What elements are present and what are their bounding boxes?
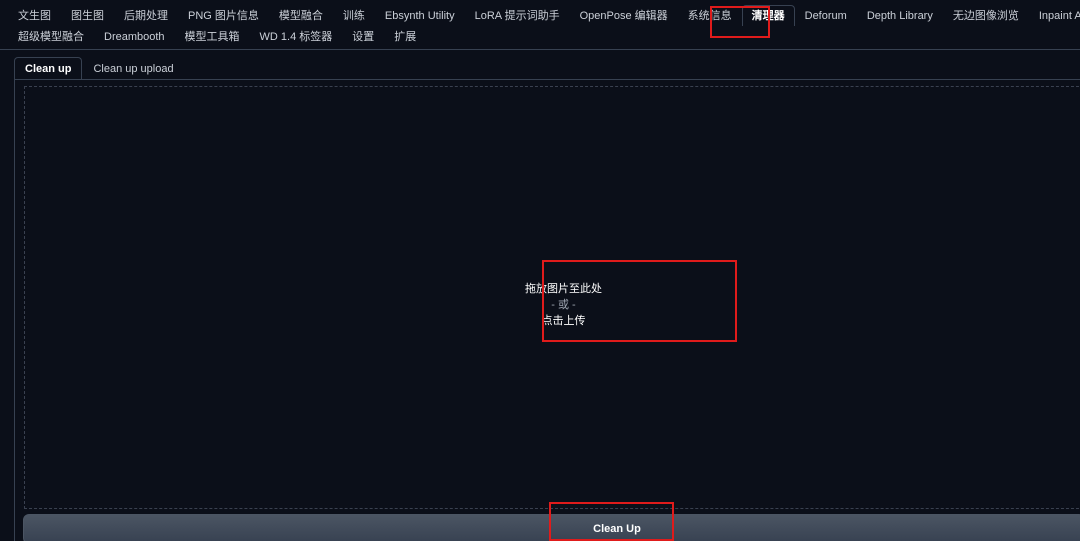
- tab-extensions[interactable]: 扩展: [384, 26, 426, 47]
- tab-infinite-image-browser[interactable]: 无边图像浏览: [943, 5, 1029, 26]
- dropzone-text: 拖放图片至此处 - 或 - 点击上传: [25, 281, 1080, 329]
- tab-extras[interactable]: 后期处理: [114, 5, 178, 26]
- sub-tab-clean-up[interactable]: Clean up: [14, 57, 83, 79]
- tab-img2img[interactable]: 图生图: [61, 5, 114, 26]
- tab-system-info[interactable]: 系统信息: [678, 5, 742, 26]
- tab-model-toolkit[interactable]: 模型工具箱: [175, 26, 250, 47]
- tab-model-merge[interactable]: 模型融合: [269, 5, 333, 26]
- dropzone-drop-label: 拖放图片至此处: [525, 283, 602, 295]
- tab-super-model-merge[interactable]: 超级模型融合: [8, 26, 94, 47]
- tab-ebsynth-utility[interactable]: Ebsynth Utility: [375, 5, 465, 26]
- clean-up-button[interactable]: Clean Up: [23, 514, 1080, 541]
- tab-inpaint-anything[interactable]: Inpaint Anyth: [1029, 5, 1080, 26]
- sub-tab-clean-up-upload[interactable]: Clean up upload: [82, 57, 184, 79]
- sub-tab-bar: Clean up Clean up upload: [14, 57, 185, 79]
- image-dropzone[interactable]: 拖放图片至此处 - 或 - 点击上传: [24, 86, 1080, 509]
- tab-deforum[interactable]: Deforum: [795, 5, 857, 26]
- tab-txt2img[interactable]: 文生图: [8, 5, 61, 26]
- tab-lora-prompt-helper[interactable]: LoRA 提示词助手: [465, 5, 570, 26]
- tab-png-info[interactable]: PNG 图片信息: [178, 5, 269, 26]
- tab-dreambooth[interactable]: Dreambooth: [94, 26, 175, 47]
- main-tab-row-1: 文生图 图生图 后期处理 PNG 图片信息 模型融合 训练 Ebsynth Ut…: [0, 5, 1080, 26]
- tab-depth-library[interactable]: Depth Library: [857, 5, 943, 26]
- clean-up-panel: 拖放图片至此处 - 或 - 点击上传: [14, 80, 1080, 541]
- dropzone-or-label: - 或 -: [551, 299, 576, 311]
- tab-wd14-tagger[interactable]: WD 1.4 标签器: [250, 26, 343, 47]
- main-tab-bar: 文生图 图生图 后期处理 PNG 图片信息 模型融合 训练 Ebsynth Ut…: [0, 5, 1080, 49]
- main-tab-divider: [0, 49, 1080, 50]
- main-tab-row-2: 超级模型融合 Dreambooth 模型工具箱 WD 1.4 标签器 设置 扩展: [0, 26, 1080, 47]
- tab-settings[interactable]: 设置: [342, 26, 384, 47]
- tab-cleaner[interactable]: 清理器: [741, 5, 795, 26]
- tab-train[interactable]: 训练: [333, 5, 375, 26]
- tab-openpose-editor[interactable]: OpenPose 编辑器: [570, 5, 678, 26]
- app-window: 文生图 图生图 后期处理 PNG 图片信息 模型融合 训练 Ebsynth Ut…: [0, 0, 1080, 541]
- dropzone-click-upload-label[interactable]: 点击上传: [43, 313, 1080, 329]
